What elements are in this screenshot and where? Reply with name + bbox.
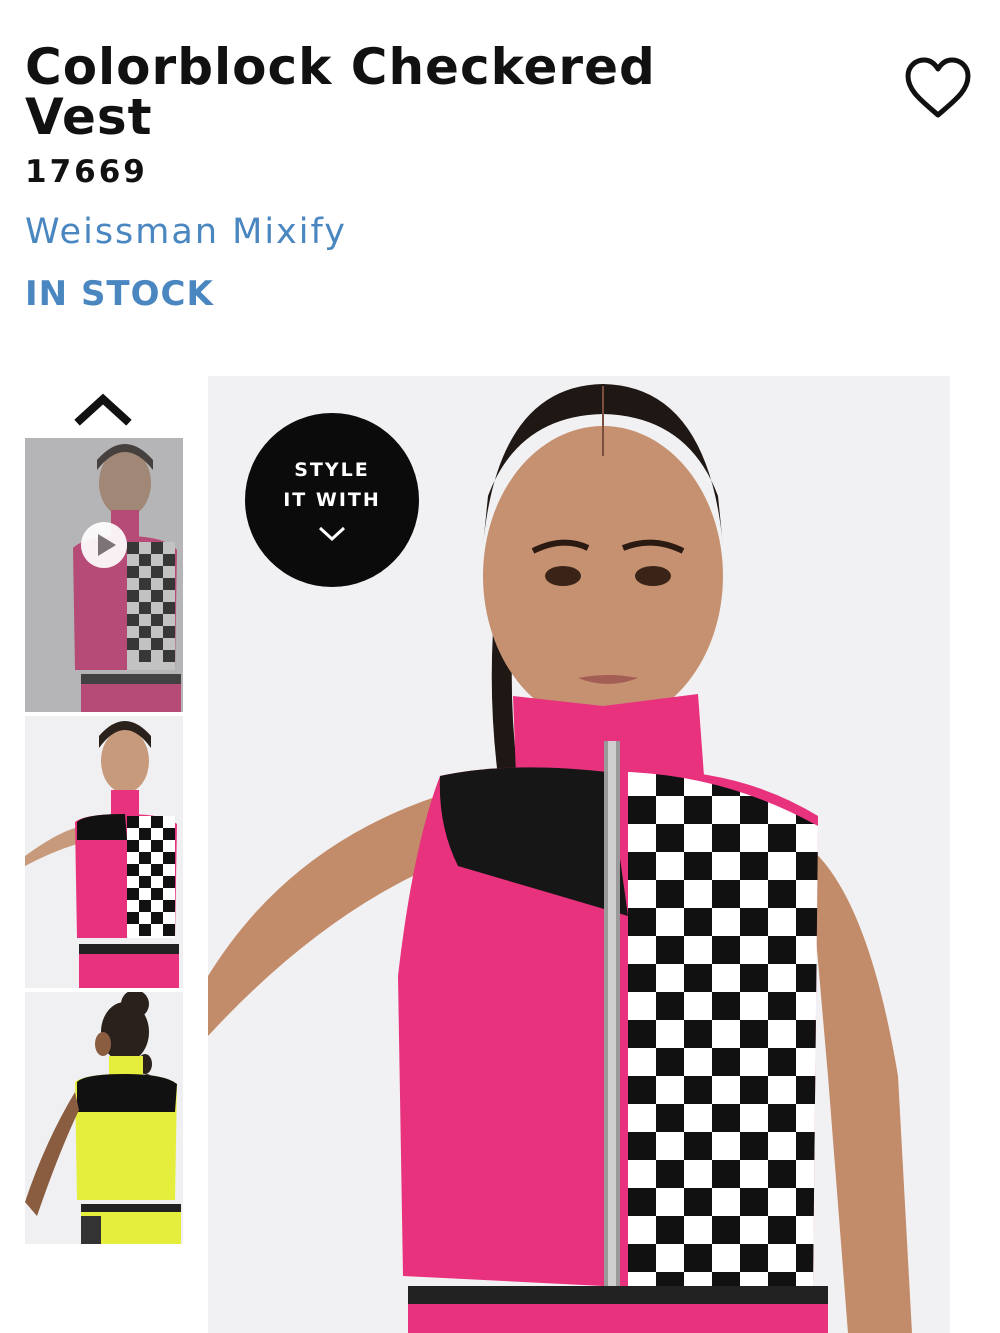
product-title: Colorblock Checkered Vest [25, 38, 656, 146]
brand-link[interactable]: Weissman Mixify [25, 212, 347, 252]
style-button-line1: STYLE [294, 459, 370, 481]
selected-overlay [25, 438, 183, 712]
style-button-line2: IT WITH [283, 489, 381, 511]
thumbnail-3[interactable] [25, 992, 183, 1244]
product-sku: 17669 [25, 154, 148, 190]
thumbnail-1[interactable] [25, 438, 183, 712]
play-icon[interactable] [81, 522, 127, 568]
stock-status: IN STOCK [25, 274, 214, 314]
chevron-down-icon [317, 525, 347, 543]
thumbnail-2[interactable] [25, 716, 183, 988]
style-it-with-button[interactable]: STYLE IT WITH [245, 413, 419, 587]
heart-icon[interactable] [902, 55, 974, 121]
chevron-up-icon[interactable] [74, 390, 132, 428]
